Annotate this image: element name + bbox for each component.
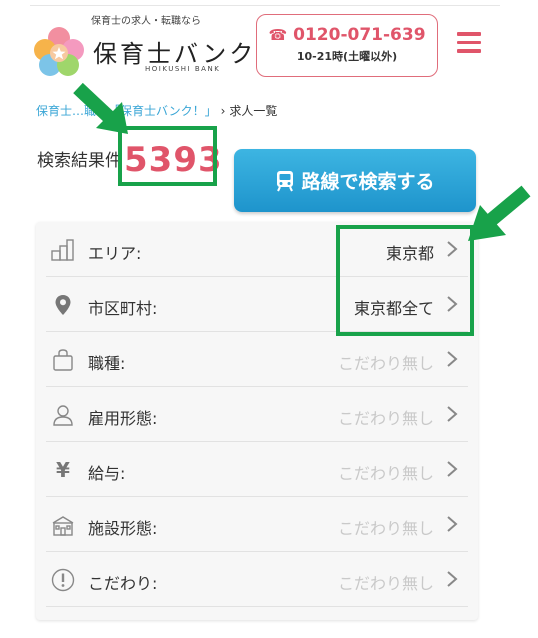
yen-icon: ¥: [56, 458, 70, 482]
filter-value: こだわり無し: [337, 409, 434, 428]
brand-name: 保育士バンク: [93, 40, 257, 68]
annotation-arrow-right: [468, 185, 531, 241]
phone-hours: 10-21時(土曜以外): [296, 50, 398, 63]
filter-label: 施設形態:: [88, 519, 158, 538]
result-label-text: 検索結果件: [37, 151, 122, 171]
annotation-arrow-left: [73, 82, 128, 134]
filter-row-job-type[interactable]: 職種: こだわり無し: [46, 332, 468, 387]
result-label: 検索結果件: [37, 152, 127, 170]
chevron-right-icon: [447, 516, 458, 532]
filter-value: こだわり無し: [337, 354, 434, 373]
area-icon: [51, 239, 75, 261]
annotation-highlight-area-values: [336, 225, 474, 336]
filter-row-facility[interactable]: 施設形態: こだわり無し: [46, 497, 468, 552]
hamburger-menu-icon[interactable]: [457, 32, 481, 54]
filter-label: 職種:: [88, 354, 126, 373]
filter-value: こだわり無し: [337, 519, 434, 538]
chevron-right-icon: [447, 571, 458, 587]
phone-icon: ☎: [268, 26, 288, 44]
site-logo[interactable]: 保育士の求人・転職なら 保育士バンク HOIKUSHI BANK: [33, 12, 253, 82]
filter-label: 給与:: [88, 464, 126, 483]
chevron-right-icon: [447, 461, 458, 477]
phone-number: 0120-071-639: [293, 25, 426, 45]
route-search-label: 路線で検索する: [301, 171, 435, 193]
filter-row-salary[interactable]: ¥ 給与: こだわり無し: [46, 442, 468, 497]
location-pin-icon: [51, 294, 75, 316]
bag-icon: [51, 349, 75, 371]
exclamation-circle-icon: [51, 568, 75, 592]
header-divider: [30, 5, 500, 6]
filter-row-preferences[interactable]: こだわり: こだわり無し: [46, 552, 468, 607]
filter-value: こだわり無し: [337, 464, 434, 483]
filter-label: エリア:: [88, 244, 142, 263]
filter-label: 市区町村:: [88, 299, 158, 318]
chevron-right-icon: [447, 406, 458, 422]
breadcrumb-separator: ›: [220, 104, 226, 118]
filter-value: こだわり無し: [337, 574, 434, 593]
phone-contact-button[interactable]: ☎ 0120-071-639 10-21時(土曜以外): [256, 14, 438, 77]
filter-label: 雇用形態:: [88, 409, 158, 428]
sakura-logo-icon: [34, 27, 84, 76]
facility-icon: [51, 514, 75, 536]
route-search-button[interactable]: 路線で検索する: [234, 149, 476, 212]
breadcrumb-current: 求人一覧: [229, 104, 278, 118]
filter-row-employment[interactable]: 雇用形態: こだわり無し: [46, 387, 468, 442]
filter-label: こだわり:: [88, 574, 158, 593]
person-icon: [51, 404, 75, 426]
train-icon: [277, 170, 294, 191]
brand-sub: HOIKUSHI BANK: [145, 65, 221, 73]
chevron-right-icon: [447, 351, 458, 367]
logo-tagline: 保育士の求人・転職なら: [91, 16, 201, 27]
